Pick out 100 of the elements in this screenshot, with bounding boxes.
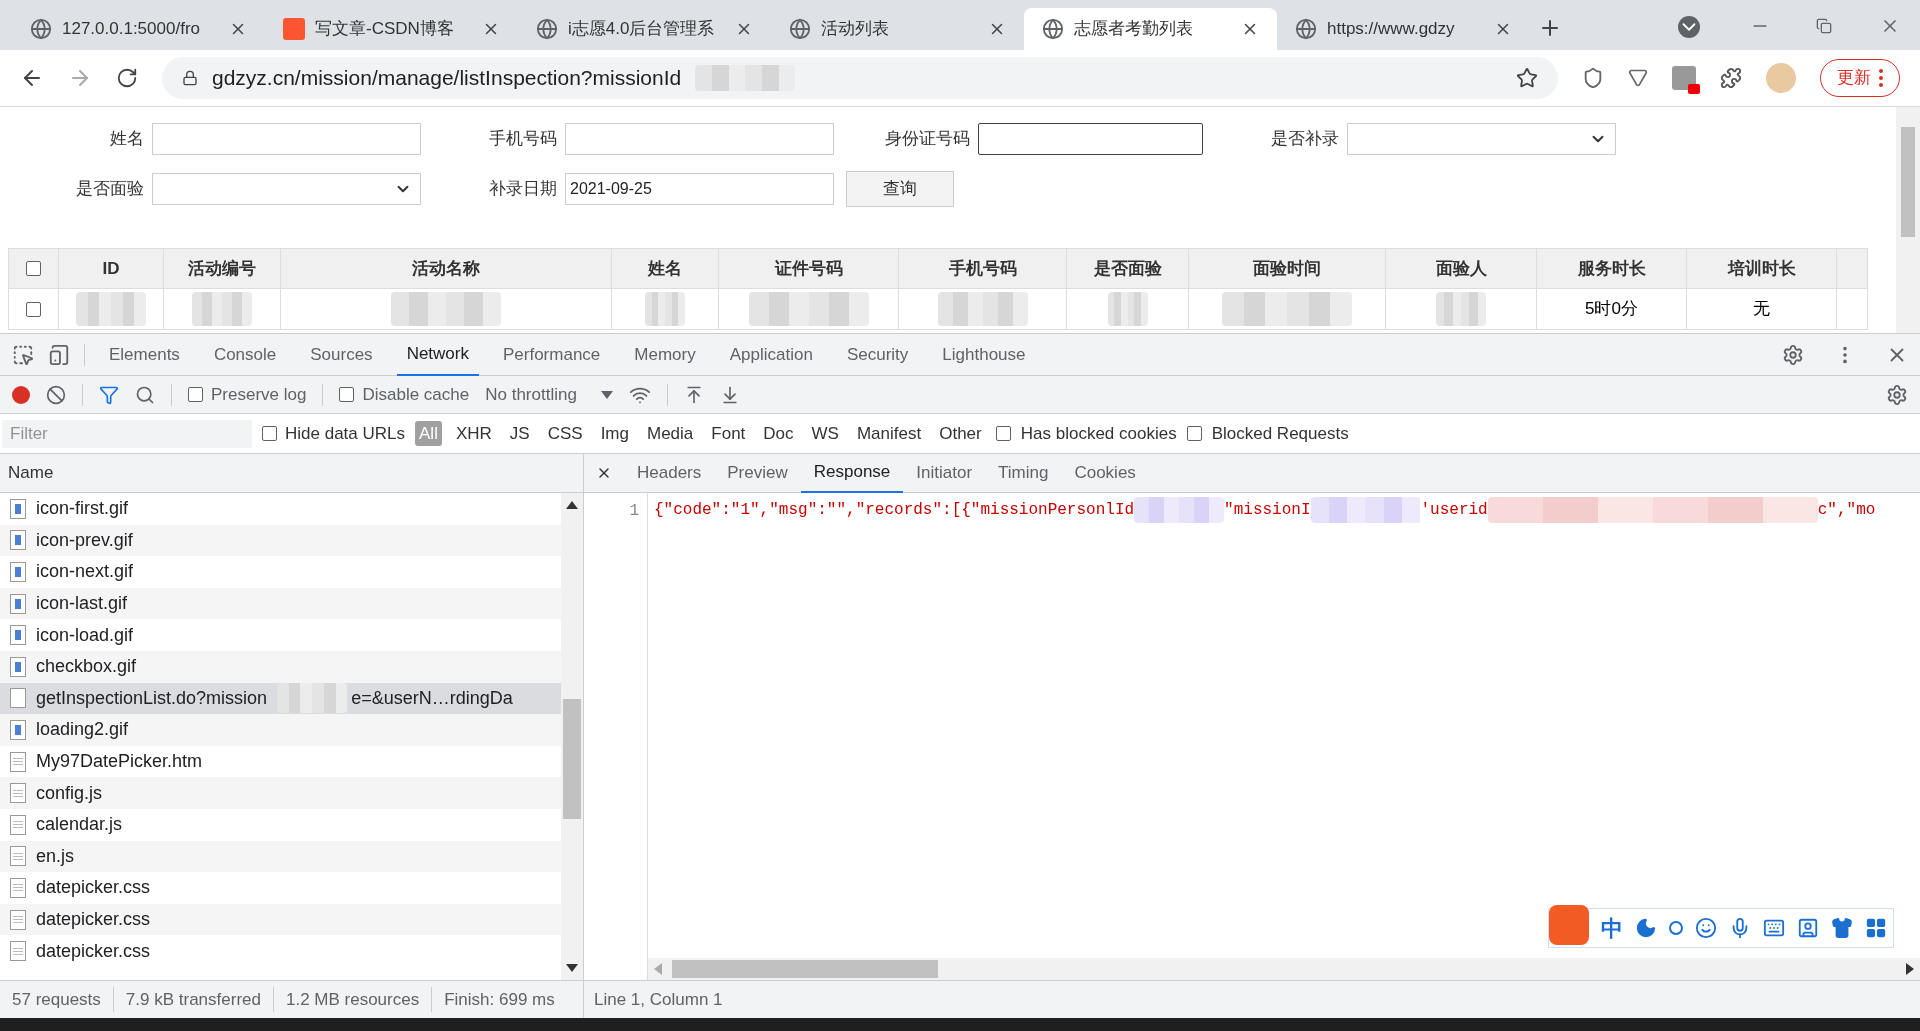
menu-icon [1879, 69, 1883, 87]
devtools-tab[interactable]: Security [836, 333, 919, 376]
type-filter[interactable]: Doc [759, 420, 798, 447]
checkbox[interactable] [1186, 426, 1202, 441]
row-checkbox[interactable] [26, 301, 41, 317]
request-name: datepicker.css [36, 939, 151, 963]
devtools-tab[interactable]: Elements [99, 333, 190, 376]
type-filter[interactable]: Media [643, 420, 698, 447]
request-row[interactable]: en.js [0, 840, 561, 873]
input-mode[interactable]: 中 [1601, 911, 1623, 945]
checkbox[interactable] [339, 387, 355, 402]
request-row[interactable]: icon-prev.gif [0, 524, 561, 557]
request-row[interactable]: config.js [0, 777, 561, 809]
type-filter[interactable]: WS [807, 420, 843, 447]
image-file-icon [10, 593, 26, 614]
checkbox-label: Disable cache [362, 383, 470, 406]
input-field[interactable] [978, 123, 1203, 155]
name-column-header[interactable]: Name [0, 454, 583, 493]
filter-icon[interactable] [99, 384, 119, 405]
devtools-tab[interactable]: Performance [493, 333, 611, 376]
restore-icon[interactable] [1816, 18, 1832, 34]
request-row[interactable]: datepicker.css [0, 903, 561, 936]
request-name: en.js [36, 844, 75, 868]
clear-icon[interactable] [46, 384, 66, 405]
request-row[interactable]: loading2.gif [0, 714, 561, 746]
request-row[interactable]: icon-last.gif [0, 587, 561, 620]
detail-tab[interactable]: Cookies [1061, 453, 1149, 493]
input-field[interactable]: 2021-09-25 [565, 173, 834, 205]
detail-tab[interactable]: Preview [714, 453, 801, 493]
column-header: 手机号码 [899, 249, 1067, 288]
settings-icon[interactable] [1782, 343, 1804, 366]
checkbox[interactable] [188, 387, 203, 402]
devtools-tab[interactable]: Sources [300, 333, 383, 376]
column-header: 活动编号 [164, 249, 281, 288]
reload-icon[interactable] [116, 67, 138, 89]
device-toggle-icon[interactable] [48, 343, 70, 366]
checkbox[interactable] [995, 426, 1011, 441]
punctuation-icon[interactable] [1669, 921, 1683, 935]
globe-icon [1295, 18, 1317, 40]
checkbox[interactable] [262, 426, 277, 441]
devtools-tab[interactable]: Application [719, 333, 823, 376]
checkbox-label: Preserve log [211, 383, 307, 406]
list-scrollbar[interactable] [561, 493, 583, 980]
tab-search-icon[interactable] [1678, 16, 1700, 38]
type-filter[interactable]: XHR [451, 420, 496, 447]
devtools-tab[interactable]: Console [203, 333, 287, 376]
inspect-icon[interactable] [12, 343, 34, 366]
request-row[interactable]: checkbox.gif [0, 650, 561, 683]
select-all-checkbox[interactable] [26, 261, 41, 276]
type-filter[interactable]: Manifest [852, 420, 926, 447]
select-field[interactable] [152, 173, 421, 205]
type-filter[interactable]: Img [596, 420, 633, 447]
browser-tab[interactable]: 志愿者考勤列表 [1024, 8, 1277, 50]
record-icon[interactable] [12, 385, 30, 404]
table-cell: 5时0分 [1537, 289, 1687, 329]
c-logo-icon [283, 18, 305, 40]
horizontal-scrollbar[interactable] [648, 958, 1920, 980]
type-filter[interactable]: Font [707, 420, 750, 447]
column-header: 姓名 [612, 249, 719, 288]
query-button[interactable]: 查询 [846, 171, 954, 207]
keyboard-icon[interactable] [1763, 917, 1785, 939]
s-logo-icon[interactable] [1549, 905, 1589, 945]
request-name: e=&userN…rdingDa [351, 686, 513, 710]
search-icon[interactable] [135, 384, 155, 405]
detail-tab[interactable]: Response [800, 453, 904, 493]
summary-text: 57 requests [11, 988, 102, 1011]
settings-icon[interactable] [1886, 383, 1908, 406]
moon-icon[interactable] [1635, 917, 1657, 939]
request-row[interactable]: getInspectionList.do?mission e=&userN…rdingDa [0, 682, 561, 715]
shirt-icon[interactable] [1831, 917, 1853, 939]
filter-field[interactable]: Filter [2, 419, 252, 448]
tab-title: 活动列表 [821, 18, 890, 41]
browser-tab[interactable]: i志愿4.0后台管理系 [518, 8, 771, 50]
browser-tab[interactable]: 写文章-CSDN博客 [265, 8, 518, 50]
page-scrollbar[interactable] [1896, 107, 1920, 333]
field-label: 手机号码 [488, 128, 557, 151]
browser-tab[interactable]: https://www.gdzy [1277, 8, 1530, 50]
bookmark-star-icon[interactable] [1516, 67, 1538, 89]
detail-tab[interactable]: Timing [985, 453, 1062, 493]
type-filter[interactable]: Other [935, 420, 986, 447]
detail-tab[interactable]: Initiator [903, 453, 986, 493]
select-field[interactable] [1347, 123, 1616, 155]
user-icon[interactable] [1797, 917, 1819, 939]
browser-tab[interactable]: 127.0.0.1:5000/fro [12, 8, 265, 50]
browser-tab[interactable]: 活动列表 [771, 8, 1024, 50]
grid-icon[interactable] [1865, 917, 1887, 939]
smiley-icon[interactable] [1695, 917, 1717, 939]
shield-icon[interactable] [1582, 67, 1604, 89]
type-filter[interactable]: CSS [543, 420, 587, 447]
line-number: 1 [629, 502, 639, 520]
devtools-tab[interactable]: Lighthouse [932, 333, 1036, 376]
devtools-tab[interactable]: Memory [624, 333, 706, 376]
request-name: checkbox.gif [36, 655, 137, 679]
throttling-select[interactable]: No throttling [485, 381, 613, 408]
detail-tab[interactable]: Headers [624, 453, 715, 493]
column-header: 证件号码 [719, 249, 899, 288]
address-field[interactable]: gdzyz.cn/mission/manage/listInspection?missionId [162, 57, 1558, 99]
request-name: icon-next.gif [36, 560, 134, 584]
puzzle-icon[interactable] [1720, 67, 1742, 89]
type-filter[interactable]: JS [505, 420, 534, 447]
